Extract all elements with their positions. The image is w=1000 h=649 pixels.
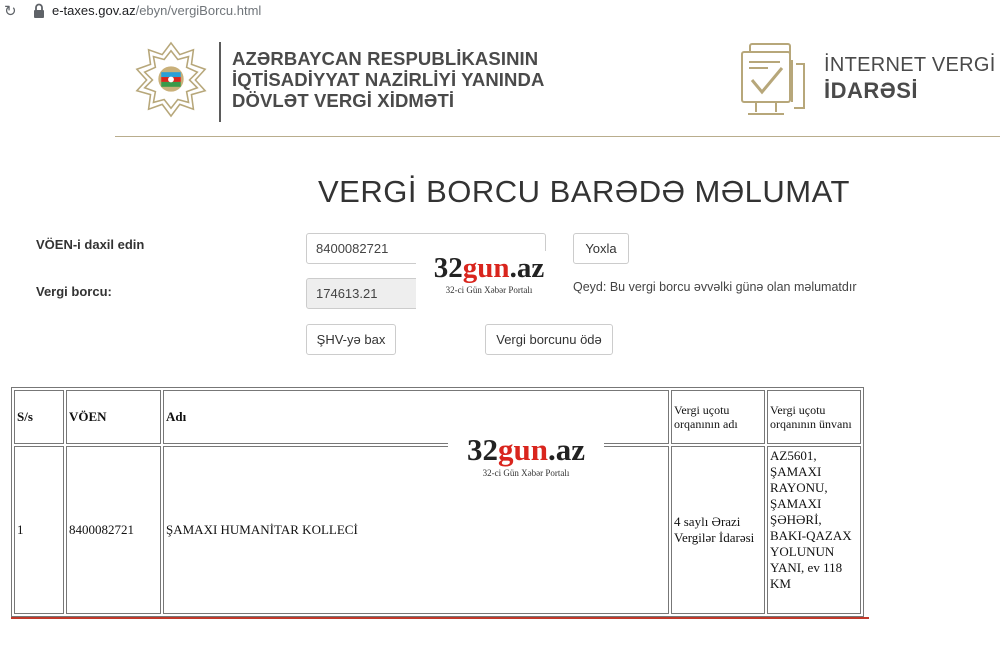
internet-tax-title[interactable]: İNTERNET VERGİ İDARƏSİ <box>824 53 996 103</box>
ivd-line-2: İDARƏSİ <box>824 78 919 103</box>
voen-label: VÖEN-i daxil edin <box>36 237 145 252</box>
cell-voen: 8400082721 <box>66 446 161 614</box>
cell-ss: 1 <box>14 446 64 614</box>
col-org-name: Vergi uçotu orqanının adı <box>671 390 765 444</box>
tax-debt-table: S/s VÖEN Adı Vergi uçotu orqanının adı V… <box>11 387 864 617</box>
cell-org-address: AZ5601, ŞAMAXI RAYONU, ŞAMAXI ŞƏHƏRİ, BA… <box>767 446 861 614</box>
watermark-subtitle: 32-ci Gün Xəbər Portalı <box>482 468 570 478</box>
internet-tax-icon[interactable] <box>738 40 810 120</box>
agency-name[interactable]: AZƏRBAYCAN RESPUBLİKASININ İQTİSADİYYAT … <box>232 48 544 111</box>
agency-line-2: İQTİSADİYYAT NAZİRLİYİ YANINDA <box>232 69 545 90</box>
debt-label: Vergi borcu: <box>36 284 112 299</box>
browser-address-bar: ↻ e-taxes.gov.az/ebyn/vergiBorcu.html <box>0 0 1000 28</box>
col-voen: VÖEN <box>66 390 161 444</box>
url-field[interactable]: e-taxes.gov.az/ebyn/vergiBorcu.html <box>52 3 261 18</box>
agency-line-3: DÖVLƏT VERGİ XİDMƏTİ <box>232 90 455 111</box>
col-org-address: Vergi uçotu orqanının ünvanı <box>767 390 861 444</box>
watermark-logo: 32gun.az 32-ci Gün Xəbər Portalı <box>416 251 562 309</box>
table-header-row: S/s VÖEN Adı Vergi uçotu orqanının adı V… <box>14 390 861 444</box>
footer-divider <box>11 617 869 619</box>
watermark-logo: 32gun.az 32-ci Gün Xəbər Portalı <box>448 432 604 490</box>
ivd-line-1: İNTERNET VERGİ <box>824 54 996 76</box>
watermark-brand: 32gun.az <box>433 252 545 284</box>
table-row: 1 8400082721 ŞAMAXI HUMANİTAR KOLLECİ 4 … <box>14 446 861 614</box>
debt-note: Qeyd: Bu vergi borcu əvvəlki günə olan m… <box>573 280 857 294</box>
check-button[interactable]: Yoxla <box>573 233 629 264</box>
cell-org-name: 4 saylı Ərazi Vergilər İdarəsi <box>671 446 765 614</box>
header-separator <box>219 42 221 122</box>
lock-icon[interactable] <box>30 2 48 20</box>
pay-debt-button[interactable]: Vergi borcunu ödə <box>485 324 613 355</box>
shv-button[interactable]: ŞHV-yə bax <box>306 324 396 355</box>
watermark-brand: 32gun.az <box>467 432 585 467</box>
page-title: VERGİ BORCU BARƏDƏ MƏLUMAT <box>318 174 850 209</box>
emblem-icon[interactable] <box>132 40 210 118</box>
url-path: /ebyn/vergiBorcu.html <box>135 3 262 18</box>
header-divider <box>115 136 1000 137</box>
site-header: AZƏRBAYCAN RESPUBLİKASININ İQTİSADİYYAT … <box>0 28 1000 138</box>
watermark-subtitle: 32-ci Gün Xəbər Portalı <box>445 285 533 295</box>
col-ss: S/s <box>14 390 64 444</box>
url-host: e-taxes.gov.az <box>52 3 136 18</box>
agency-line-1: AZƏRBAYCAN RESPUBLİKASININ <box>232 48 539 69</box>
reload-icon[interactable]: ↻ <box>4 2 17 20</box>
